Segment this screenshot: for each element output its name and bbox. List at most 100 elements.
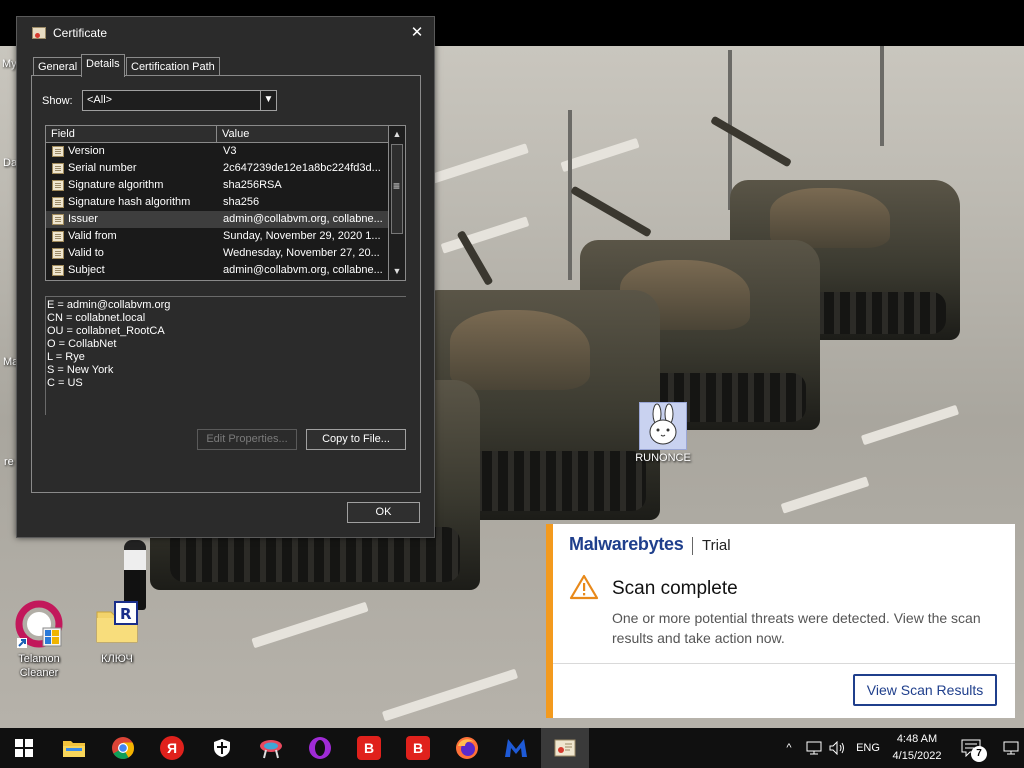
taskbar-opera[interactable] [296, 728, 344, 768]
taskbar-malwarebytes[interactable] [492, 728, 540, 768]
start-button[interactable] [0, 728, 48, 768]
show-dropdown[interactable]: <All> ▼ [82, 90, 277, 111]
show-hidden-icons-button[interactable]: ^ [778, 728, 800, 768]
column-header-field[interactable]: Field [51, 128, 75, 140]
speaker-icon [829, 741, 844, 755]
list-item[interactable]: Subject admin@collabvm.org, collabne... [46, 262, 389, 279]
detail-line: L = Rye [47, 351, 85, 363]
action-center-button[interactable]: 7 [956, 728, 987, 768]
desktop-icon-label-partial[interactable]: Da [3, 157, 17, 169]
volume-tray-button[interactable] [826, 728, 850, 768]
desktop-icon-label-partial[interactable]: re [4, 456, 14, 468]
ok-button[interactable]: OK [347, 502, 420, 523]
desktop-icon-runonce[interactable]: RUNONCE [630, 402, 696, 464]
list-header: Field Value [46, 126, 389, 143]
desktop-icon-kluch[interactable]: R КЛЮЧ [82, 600, 152, 666]
field-icon [52, 248, 64, 259]
copy-to-file-button[interactable]: Copy to File... [306, 429, 406, 450]
network-tray-button[interactable] [802, 728, 826, 768]
field-name: Issuer [68, 213, 98, 225]
taskbar-b-app[interactable]: B [345, 728, 393, 768]
notification-body: One or more potential threats were detec… [612, 610, 981, 646]
edition-label: Trial [702, 537, 731, 554]
desktop-icon-label: КЛЮЧ [101, 653, 133, 665]
detail-line: OU = collabnet_RootCA [47, 325, 165, 337]
list-item[interactable]: Signature hash algorithm sha256 [46, 194, 389, 211]
dialog-title-bar[interactable]: Certificate [17, 17, 434, 48]
desktop-icon-label: Telamon Cleaner [18, 653, 60, 679]
desktop-icon-telamon-cleaner[interactable]: Telamon Cleaner [4, 600, 74, 680]
tab-details[interactable]: Details [81, 54, 125, 77]
close-button[interactable]: ✕ [404, 20, 430, 46]
field-name: Valid from [68, 230, 117, 242]
malwarebytes-notification[interactable]: Malwarebytes Trial Scan complete One or … [546, 524, 1015, 718]
b-app-icon: B [357, 736, 381, 760]
bunny-icon [639, 402, 687, 450]
certificate-dialog: Certificate ✕ General Details Certificat… [16, 16, 435, 538]
field-icon [52, 146, 64, 157]
field-icon [52, 180, 64, 191]
monitor-icon [1003, 741, 1019, 755]
chevron-down-icon: ▼ [260, 91, 276, 110]
list-item[interactable]: Version V3 [46, 143, 389, 160]
field-name: Version [68, 145, 105, 157]
desktop-icon-label-partial[interactable]: My [2, 58, 17, 70]
show-dropdown-value: <All> [87, 94, 113, 106]
chevron-up-icon[interactable]: ▲ [389, 126, 405, 142]
certificate-field-list[interactable]: Field Value Version V3 Serial number 2c647… [45, 125, 406, 281]
field-value: sha256RSA [223, 179, 282, 191]
road-marking [421, 143, 529, 187]
b-app-icon: B [406, 736, 430, 760]
field-value: 2c647239de12e1a8bc224fd3d... [223, 162, 381, 174]
field-value: admin@collabvm.org, collabne... [223, 264, 383, 276]
column-header-value[interactable]: Value [222, 128, 249, 140]
list-scrollbar[interactable]: ▲ ▼ [388, 126, 405, 280]
list-item[interactable]: Valid from Sunday, November 29, 2020 1... [46, 228, 389, 245]
chrome-icon [112, 737, 134, 759]
taskbar-sun-app[interactable] [247, 728, 295, 768]
malwarebytes-icon [505, 739, 527, 757]
detail-line: E = admin@collabvm.org [47, 299, 171, 311]
list-item[interactable]: Valid to Wednesday, November 27, 20... [46, 245, 389, 262]
shield-icon [214, 739, 230, 757]
language-indicator[interactable]: ENG [852, 728, 884, 768]
telamon-cleaner-icon [15, 600, 63, 648]
show-desktop-button[interactable] [998, 728, 1024, 768]
field-icon [52, 163, 64, 174]
tab-certification-path[interactable]: Certification Path [126, 57, 220, 76]
taskbar-firefox[interactable] [443, 728, 491, 768]
svg-text:R: R [120, 605, 132, 623]
detail-line: C = US [47, 377, 83, 389]
road-marking [381, 668, 519, 722]
divider [692, 537, 693, 555]
field-value: V3 [223, 145, 237, 157]
road-marking [440, 216, 530, 254]
taskbar-chrome[interactable] [99, 728, 147, 768]
chevron-down-icon[interactable]: ▼ [389, 263, 405, 279]
edit-properties-button[interactable]: Edit Properties... [197, 429, 297, 450]
road-marking [780, 476, 870, 514]
field-name: Serial number [68, 162, 137, 174]
taskbar-shield-app[interactable] [198, 728, 246, 768]
detail-line: O = CollabNet [47, 338, 117, 350]
tab-general[interactable]: General [33, 57, 83, 76]
lamp-pole [568, 110, 572, 280]
warning-icon [569, 574, 599, 603]
view-scan-results-button[interactable]: View Scan Results [853, 674, 997, 706]
clock-time: 4:48 AM [896, 733, 938, 745]
taskbar-certificate-window[interactable] [541, 728, 589, 768]
field-value: admin@collabvm.org, collabne... [223, 213, 383, 225]
taskbar-yandex[interactable]: Я [148, 728, 196, 768]
taskbar-file-explorer[interactable] [50, 728, 98, 768]
list-item[interactable]: Serial number 2c647239de12e1a8bc224fd3d..… [46, 160, 389, 177]
dialog-title: Certificate [53, 25, 108, 40]
firefox-icon [456, 737, 478, 759]
field-detail-text[interactable]: E = admin@collabvm.org CN = collabnet.lo… [45, 297, 406, 415]
taskbar-b-app-2[interactable]: B [394, 728, 442, 768]
list-item-selected[interactable]: Issuer admin@collabvm.org, collabne... [46, 211, 389, 228]
notification-heading: Scan complete [612, 578, 738, 599]
clock-date: 4/15/2022 [892, 750, 942, 762]
scrollbar-thumb[interactable] [391, 144, 403, 234]
clock[interactable]: 4:48 AM 4/15/2022 [886, 731, 948, 765]
list-item[interactable]: Signature algorithm sha256RSA [46, 177, 389, 194]
